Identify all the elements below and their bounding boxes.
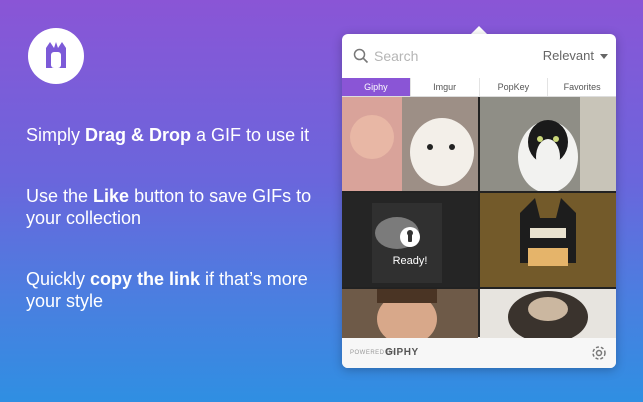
feature-text: a GIF to use it: [191, 125, 310, 145]
feature-copy-link: Quickly copy the link if that’s more you…: [26, 268, 326, 312]
gif-grid: Ready!: [342, 97, 616, 341]
app-logo-icon: [28, 28, 84, 84]
like-icon[interactable]: [400, 227, 420, 247]
feature-text: Quickly: [26, 269, 91, 289]
gear-icon[interactable]: [590, 344, 608, 367]
chevron-down-icon: [600, 54, 608, 60]
gif-thumbnail-selected[interactable]: Ready!: [342, 193, 478, 287]
search-bar: Relevant: [342, 34, 616, 78]
popover-footer: POWERED BY GIPHY: [342, 338, 616, 368]
tab-favorites[interactable]: Favorites: [547, 78, 616, 96]
feature-drag-drop: Simply Drag & Drop a GIF to use it: [26, 124, 326, 146]
search-input[interactable]: [374, 46, 514, 66]
tab-popkey[interactable]: PopKey: [478, 78, 548, 96]
feature-text: Use the: [26, 186, 94, 206]
ready-label: Ready!: [392, 255, 428, 267]
gif-thumbnail[interactable]: [480, 97, 616, 191]
gif-thumbnail[interactable]: [342, 289, 478, 341]
feature-highlight: copy the link: [90, 269, 201, 289]
feature-highlight: Drag & Drop: [85, 125, 192, 145]
tab-giphy[interactable]: Giphy: [342, 78, 410, 96]
sort-value: Relevant: [542, 48, 594, 63]
feature-highlight: Like: [93, 186, 130, 206]
tab-imgur[interactable]: Imgur: [409, 78, 479, 96]
sort-dropdown[interactable]: Relevant: [543, 48, 608, 63]
feature-text: Simply: [26, 125, 86, 145]
gif-thumbnail[interactable]: [342, 97, 478, 191]
feature-like: Use the Like button to save GIFs to your…: [26, 185, 326, 229]
provider-tabs: Giphy Imgur PopKey Favorites: [342, 78, 616, 97]
giphy-logo: GIPHY: [385, 347, 419, 358]
gif-popover: Relevant Giphy Imgur PopKey Favorites Re…: [342, 34, 616, 368]
gif-thumbnail[interactable]: [480, 289, 616, 341]
gif-thumbnail[interactable]: [480, 193, 616, 287]
search-icon: [353, 48, 369, 69]
